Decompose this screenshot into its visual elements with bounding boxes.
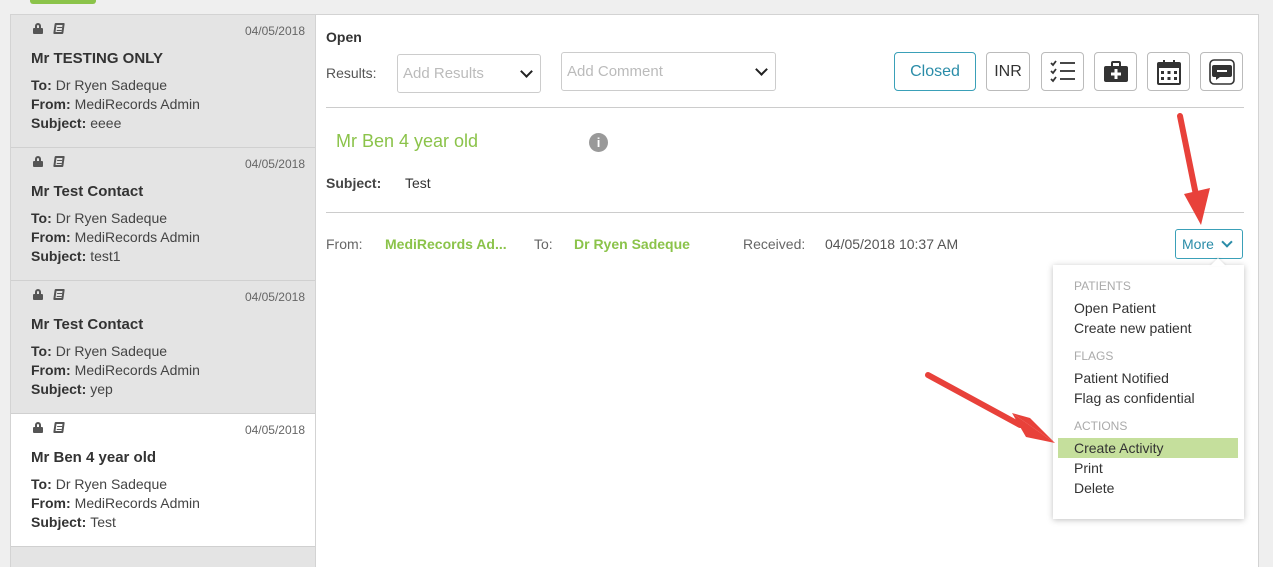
- checklist-icon: [1049, 59, 1075, 82]
- message-subject: Subject: test1: [31, 248, 121, 264]
- menu-item-print[interactable]: Print: [1058, 458, 1238, 478]
- message-list: 04/05/2018 Mr TESTING ONLY To: Dr Ryen Sa…: [10, 14, 316, 567]
- comment-select[interactable]: Add Comment: [561, 52, 776, 91]
- checklist-button[interactable]: [1041, 52, 1084, 91]
- note-icon: [53, 422, 65, 433]
- medical-kit-button[interactable]: [1094, 52, 1137, 91]
- sms-icon: [1208, 58, 1235, 85]
- from-label: From:: [326, 236, 363, 252]
- received-label: Received:: [743, 236, 806, 252]
- menu-item-flag-confidential[interactable]: Flag as confidential: [1058, 388, 1238, 408]
- message-to: To: Dr Ryen Sadeque: [31, 77, 168, 93]
- results-select[interactable]: Add Results: [397, 54, 541, 93]
- message-date: 04/05/2018: [244, 290, 305, 304]
- menu-item-create-new-patient[interactable]: Create new patient: [1058, 318, 1238, 338]
- menu-item-patient-notified[interactable]: Patient Notified: [1058, 368, 1238, 388]
- medical-kit-icon: [1103, 60, 1128, 82]
- sms-button[interactable]: [1200, 52, 1243, 91]
- message-date: 04/05/2018: [244, 423, 305, 437]
- menu-section-flags: FLAGS: [1074, 349, 1114, 363]
- lock-icon: [33, 156, 43, 167]
- menu-section-patients: PATIENTS: [1074, 279, 1131, 293]
- message-to: To: Dr Ryen Sadeque: [31, 476, 168, 492]
- info-icon[interactable]: i: [589, 133, 608, 152]
- note-icon: [53, 156, 65, 167]
- to-value: Dr Ryen Sadeque: [574, 236, 690, 252]
- inr-button[interactable]: INR: [986, 52, 1030, 91]
- message-from: From: MediRecords Admin: [31, 96, 200, 112]
- chevron-down-icon: [1221, 236, 1233, 248]
- message-patient-name: Mr Ben 4 year old: [31, 449, 157, 466]
- lock-icon: [33, 23, 43, 34]
- received-value: 04/05/2018 10:37 AM: [825, 236, 959, 252]
- message-subject: Subject: Test: [31, 514, 116, 530]
- message-from: From: MediRecords Admin: [31, 495, 200, 511]
- message-to: To: Dr Ryen Sadeque: [31, 343, 168, 359]
- calendar-icon: [1156, 59, 1181, 85]
- message-from: From: MediRecords Admin: [31, 229, 200, 245]
- message-subject: Subject: yep: [31, 381, 113, 397]
- message-patient-name: Mr Test Contact: [31, 183, 144, 200]
- message-from: From: MediRecords Admin: [31, 362, 200, 378]
- message-detail: Open Results: Add Results Add Comment Cl…: [315, 14, 1259, 567]
- chevron-down-icon: [755, 63, 768, 76]
- menu-item-create-activity[interactable]: Create Activity: [1058, 438, 1238, 458]
- message-date: 04/05/2018: [244, 24, 305, 38]
- message-to: To: Dr Ryen Sadeque: [31, 210, 168, 226]
- message-item[interactable]: 04/05/2018 Mr Test Contact To: Dr Ryen Sa…: [11, 281, 315, 414]
- note-icon: [53, 289, 65, 300]
- more-button[interactable]: More: [1175, 229, 1243, 259]
- menu-section-actions: ACTIONS: [1074, 419, 1128, 433]
- results-placeholder: Add Results: [403, 65, 484, 82]
- message-item[interactable]: 04/05/2018 Mr Test Contact To: Dr Ryen Sa…: [11, 148, 315, 281]
- message-item[interactable]: 04/05/2018 Mr TESTING ONLY To: Dr Ryen Sa…: [11, 15, 315, 148]
- message-patient-name: Mr Test Contact: [31, 316, 144, 333]
- comment-placeholder: Add Comment: [567, 63, 663, 80]
- chevron-down-icon: [520, 65, 533, 78]
- calendar-button[interactable]: [1147, 52, 1190, 91]
- menu-item-open-patient[interactable]: Open Patient: [1058, 298, 1238, 318]
- divider: [326, 107, 1244, 108]
- message-item-selected[interactable]: 04/05/2018 Mr Ben 4 year old To: Dr Ryen …: [11, 414, 315, 547]
- message-date: 04/05/2018: [244, 157, 305, 171]
- lock-icon: [33, 422, 43, 433]
- message-subject: Subject: eeee: [31, 115, 122, 131]
- subject-label: Subject:: [326, 175, 382, 191]
- closed-button[interactable]: Closed: [894, 52, 976, 91]
- lock-icon: [33, 289, 43, 300]
- from-value: MediRecords Ad...: [385, 236, 507, 252]
- subject-value: Test: [405, 175, 431, 191]
- top-green-button[interactable]: [30, 0, 96, 4]
- menu-item-delete[interactable]: Delete: [1058, 478, 1238, 498]
- results-label: Results:: [326, 65, 377, 81]
- divider: [326, 212, 1244, 213]
- more-dropdown-menu: PATIENTS Open Patient Create new patient…: [1053, 265, 1244, 519]
- to-label: To:: [534, 236, 553, 252]
- note-icon: [53, 23, 65, 34]
- message-patient-name: Mr TESTING ONLY: [31, 50, 163, 67]
- patient-name-link[interactable]: Mr Ben 4 year old: [336, 131, 478, 152]
- status-label: Open: [326, 29, 362, 45]
- more-button-label: More: [1182, 236, 1214, 252]
